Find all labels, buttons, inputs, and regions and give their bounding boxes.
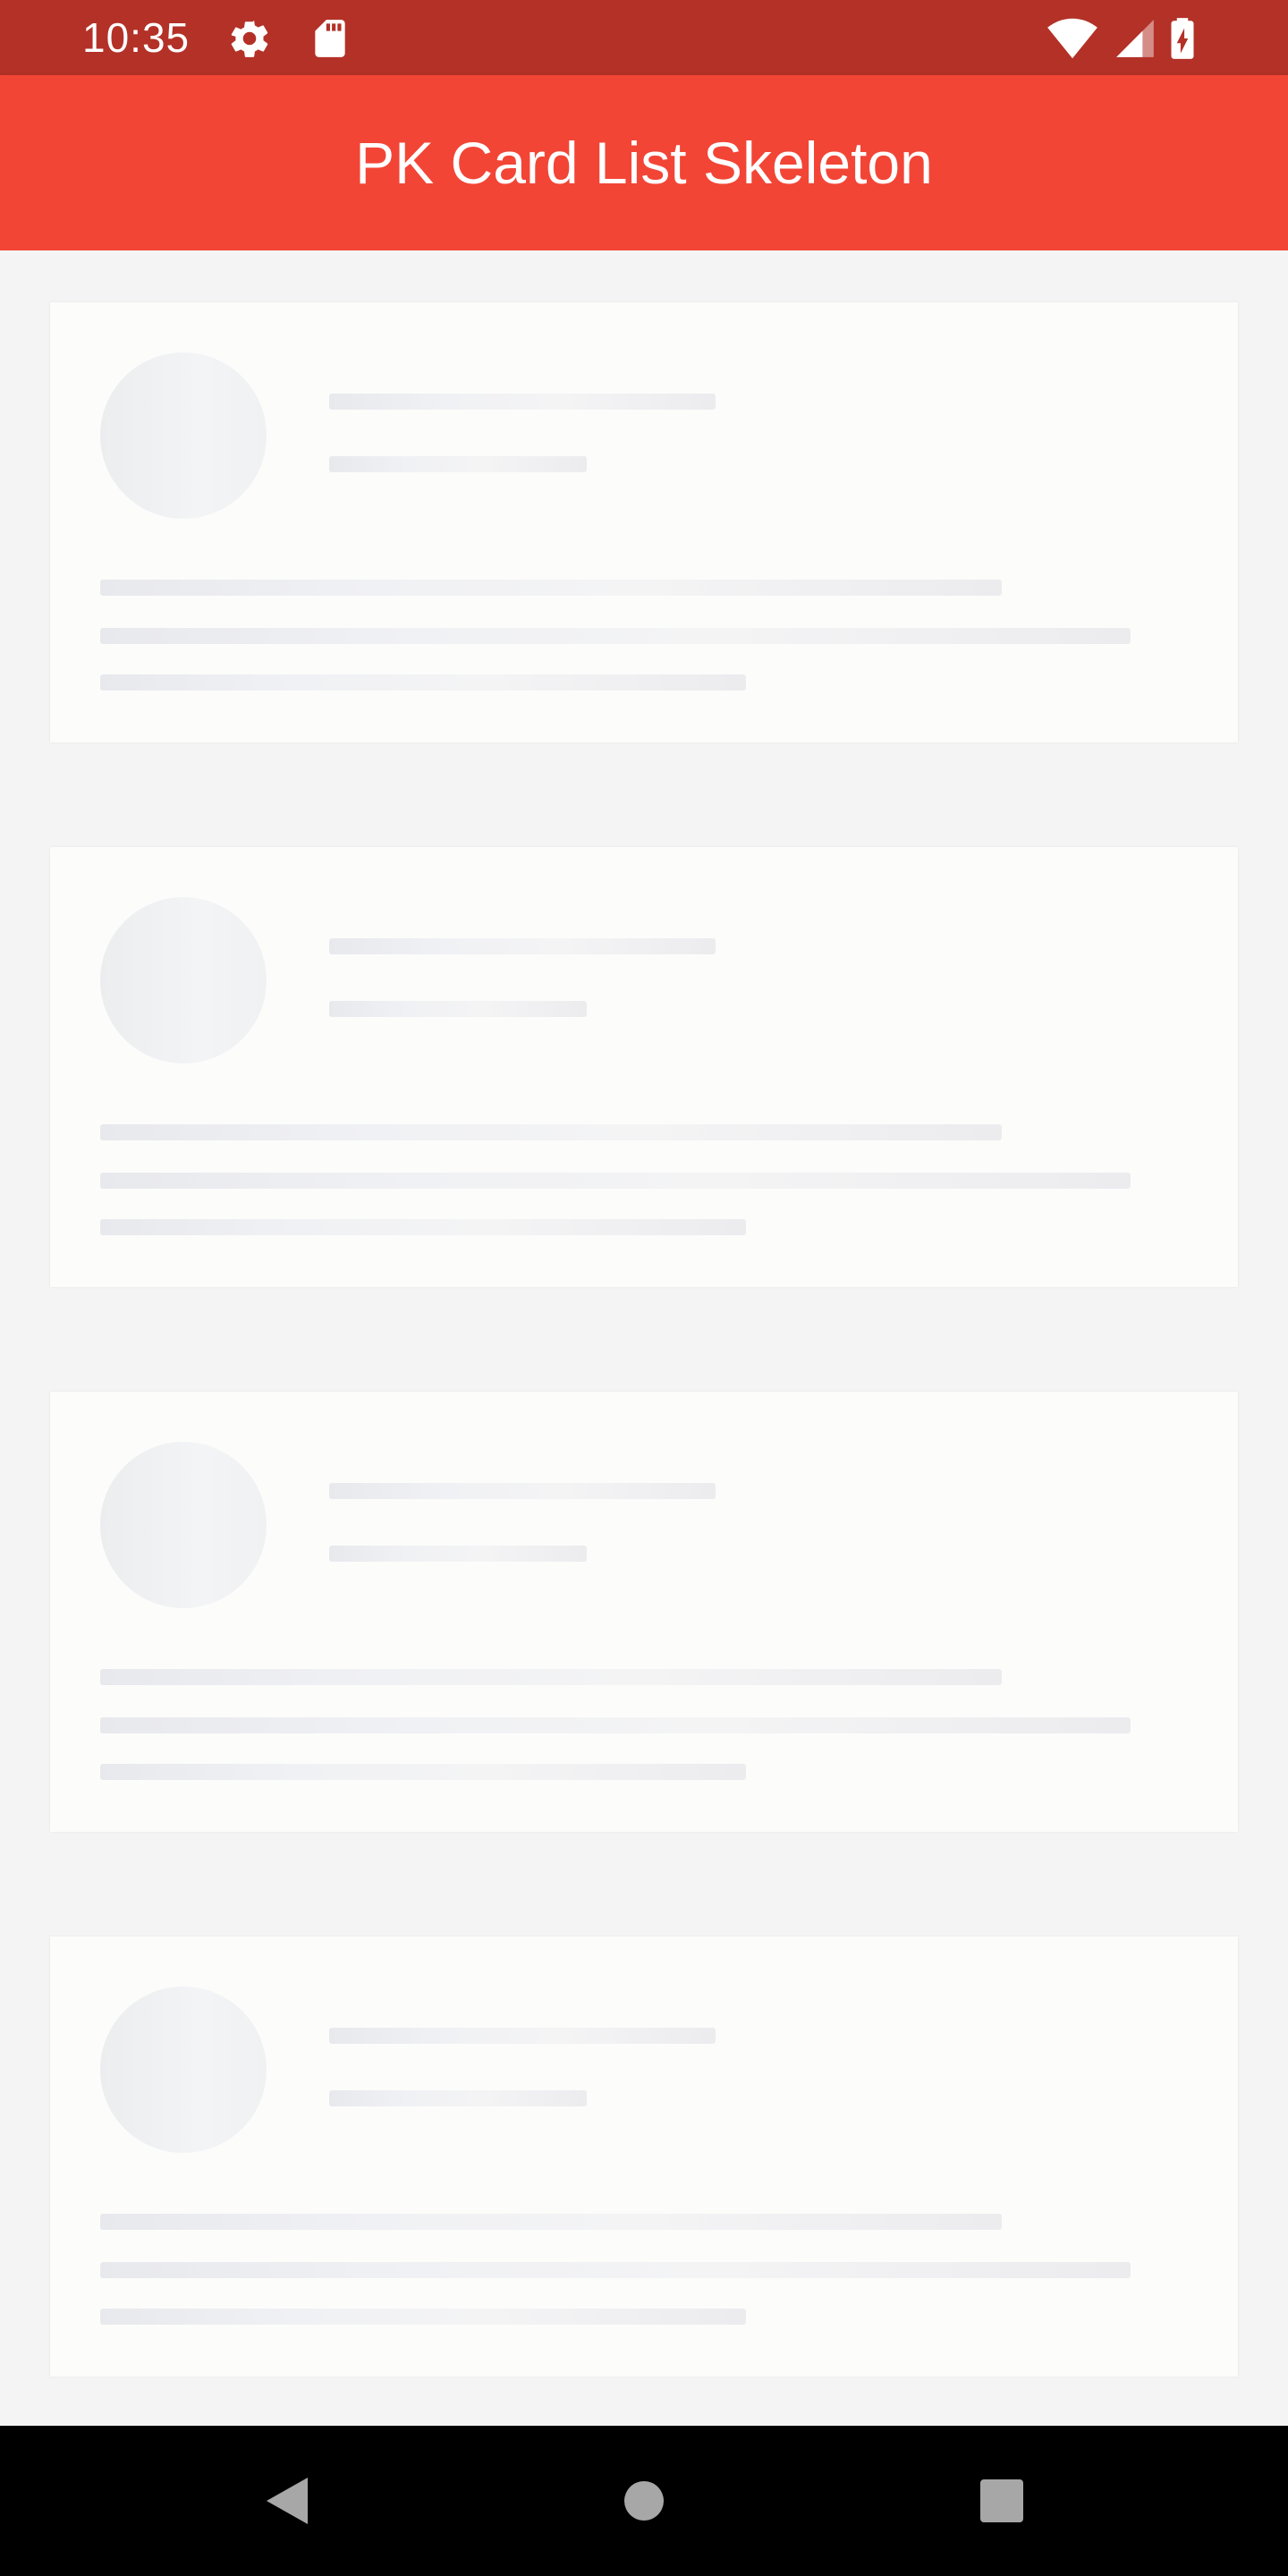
recents-icon[interactable] bbox=[964, 2463, 1039, 2538]
skeleton-card bbox=[50, 847, 1238, 1287]
home-icon[interactable] bbox=[606, 2463, 682, 2538]
skeleton-avatar bbox=[100, 352, 267, 519]
skeleton-text-line bbox=[100, 1764, 746, 1780]
cellular-signal-icon bbox=[1113, 16, 1157, 61]
skeleton-title-line bbox=[329, 1483, 716, 1499]
sd-card-icon bbox=[308, 16, 352, 61]
gear-icon bbox=[227, 16, 272, 61]
skeleton-subtitle-line bbox=[329, 2090, 587, 2106]
skeleton-card-list[interactable] bbox=[0, 250, 1288, 2426]
skeleton-text-line bbox=[100, 628, 1131, 644]
back-icon[interactable] bbox=[249, 2463, 324, 2538]
skeleton-avatar bbox=[100, 897, 267, 1063]
skeleton-card bbox=[50, 302, 1238, 742]
skeleton-title-line bbox=[329, 938, 716, 954]
battery-charging-icon bbox=[1166, 16, 1199, 61]
app-title: PK Card List Skeleton bbox=[355, 130, 933, 196]
skeleton-text-line bbox=[100, 2262, 1131, 2278]
skeleton-text-line bbox=[100, 580, 1002, 596]
skeleton-avatar bbox=[100, 1987, 267, 2153]
status-time: 10:35 bbox=[82, 14, 191, 61]
skeleton-avatar bbox=[100, 1442, 267, 1608]
skeleton-subtitle-line bbox=[329, 1001, 587, 1017]
skeleton-subtitle-line bbox=[329, 1546, 587, 1562]
wifi-icon bbox=[1046, 16, 1098, 61]
skeleton-text-line bbox=[100, 1219, 746, 1235]
app-bar: PK Card List Skeleton bbox=[0, 75, 1288, 250]
status-bar: 10:35 bbox=[0, 0, 1288, 75]
skeleton-subtitle-line bbox=[329, 456, 587, 472]
skeleton-text-line bbox=[100, 1717, 1131, 1733]
skeleton-text-line bbox=[100, 1173, 1131, 1189]
skeleton-text-line bbox=[100, 2309, 746, 2325]
skeleton-card bbox=[50, 1936, 1238, 2377]
skeleton-title-line bbox=[329, 394, 716, 410]
skeleton-card bbox=[50, 1392, 1238, 1832]
skeleton-text-line bbox=[100, 1124, 1002, 1140]
skeleton-title-line bbox=[329, 2028, 716, 2044]
skeleton-text-line bbox=[100, 2214, 1002, 2230]
navigation-bar bbox=[0, 2426, 1288, 2576]
skeleton-text-line bbox=[100, 1669, 1002, 1685]
skeleton-text-line bbox=[100, 674, 746, 691]
